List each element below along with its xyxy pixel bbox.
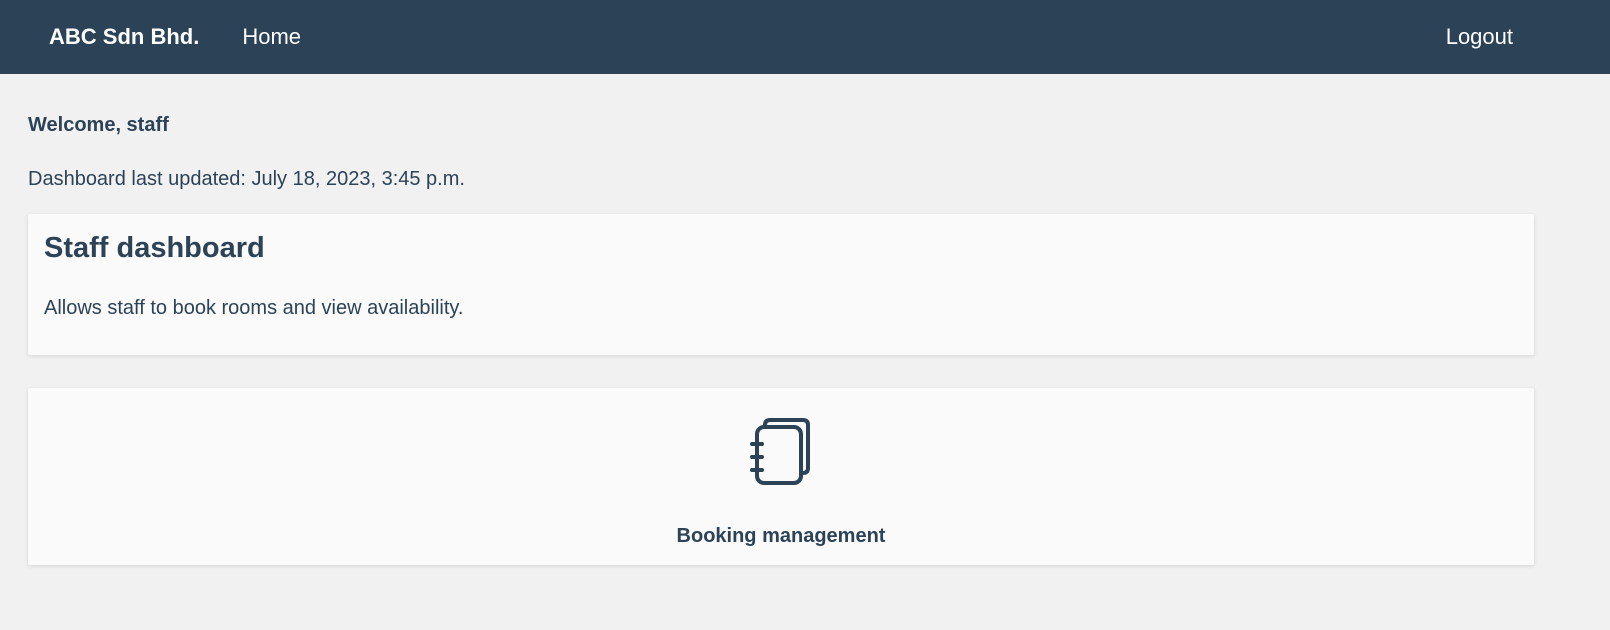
logout-link[interactable]: Logout [1446, 24, 1513, 50]
dashboard-info-card: Staff dashboard Allows staff to book roo… [28, 214, 1534, 355]
nav-link-home[interactable]: Home [242, 24, 301, 50]
dashboard-description: Allows staff to book rooms and view avai… [44, 297, 464, 319]
last-updated-text: Dashboard last updated: July 18, 2023, 3… [28, 168, 465, 190]
notebook-icon [750, 418, 810, 485]
page-title: Staff dashboard [44, 232, 265, 264]
tile-label: Booking management [676, 525, 886, 547]
main-content: Welcome, staff Dashboard last updated: J… [0, 113, 1610, 565]
welcome-message: Welcome, staff [28, 114, 169, 136]
top-navbar: ABC Sdn Bhd. Home Logout [0, 0, 1610, 74]
brand-link[interactable]: ABC Sdn Bhd. [49, 24, 199, 50]
booking-management-tile[interactable]: Booking management [28, 388, 1534, 565]
